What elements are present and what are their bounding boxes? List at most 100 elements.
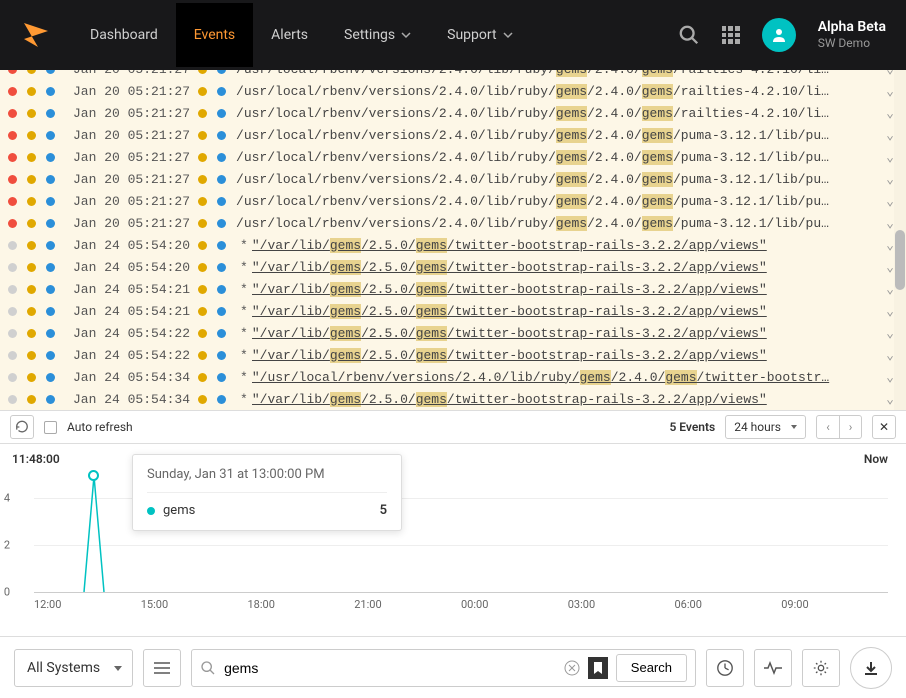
chevron-down-icon[interactable]: ⌄ <box>886 348 894 363</box>
chevron-down-icon[interactable]: ⌄ <box>886 304 894 319</box>
chevron-down-icon[interactable]: ⌄ <box>886 128 894 143</box>
nav-dashboard[interactable]: Dashboard <box>72 3 176 67</box>
chart-tooltip: Sunday, Jan 31 at 13:00:00 PM gems 5 <box>132 454 402 531</box>
chevron-down-icon <box>503 30 513 40</box>
log-message: "/var/lib/gems/2.5.0/gems/twitter-bootst… <box>252 238 886 253</box>
auto-refresh-checkbox[interactable] <box>44 421 57 434</box>
log-timestamp: Jan 24 05:54:22 <box>73 326 190 341</box>
log-row[interactable]: Jan 24 05:54:34 * "/usr/local/rbenv/vers… <box>0 366 906 388</box>
status-dot <box>46 373 55 382</box>
status-dot <box>27 351 36 360</box>
user-info[interactable]: Alpha Beta SW Demo <box>818 18 886 52</box>
history-button[interactable] <box>706 649 744 687</box>
status-dot <box>46 241 55 250</box>
chevron-down-icon[interactable]: ⌄ <box>886 84 894 99</box>
log-row[interactable]: Jan 24 05:54:21 * "/var/lib/gems/2.5.0/g… <box>0 278 906 300</box>
chevron-down-icon[interactable]: ⌄ <box>886 106 894 121</box>
search-icon[interactable] <box>678 24 700 46</box>
next-button[interactable]: › <box>839 416 861 438</box>
status-dot <box>8 351 17 360</box>
chevron-down-icon[interactable]: ⌄ <box>886 150 894 165</box>
star-marker: * <box>240 370 248 385</box>
nav-settings-label: Settings <box>344 27 395 43</box>
download-button[interactable] <box>850 647 892 689</box>
log-row[interactable]: Jan 20 05:21:27 /usr/local/rbenv/version… <box>0 146 906 168</box>
status-dot <box>27 131 36 140</box>
log-row[interactable]: Jan 24 05:54:22 * "/var/lib/gems/2.5.0/g… <box>0 322 906 344</box>
severity-dot <box>198 307 207 316</box>
x-tick: 09:00 <box>781 598 888 611</box>
source-dot <box>217 109 226 118</box>
scrollbar-thumb[interactable] <box>895 230 905 290</box>
live-button[interactable] <box>754 649 792 687</box>
log-row[interactable]: Jan 20 05:21:27 /usr/local/rbenv/version… <box>0 190 906 212</box>
chevron-down-icon[interactable]: ⌄ <box>886 238 894 253</box>
prev-button[interactable]: ‹ <box>817 416 839 438</box>
chevron-down-icon[interactable]: ⌄ <box>886 70 894 77</box>
chevron-down-icon[interactable]: ⌄ <box>886 172 894 187</box>
star-marker: * <box>240 260 248 275</box>
status-dot <box>46 153 55 162</box>
source-dot <box>217 395 226 404</box>
chevron-down-icon[interactable]: ⌄ <box>886 216 894 231</box>
log-row[interactable]: Jan 24 05:54:21 * "/var/lib/gems/2.5.0/g… <box>0 300 906 322</box>
chevron-down-icon[interactable]: ⌄ <box>886 370 894 385</box>
chevron-down-icon[interactable]: ⌄ <box>886 392 894 407</box>
apps-grid-icon[interactable] <box>722 26 740 44</box>
log-row[interactable]: Jan 20 05:21:27 /usr/local/rbenv/version… <box>0 70 906 80</box>
bookmark-button[interactable] <box>588 657 608 679</box>
log-viewer: Jan 20 05:21:27 /usr/local/rbenv/version… <box>0 70 906 410</box>
user-avatar[interactable] <box>762 18 796 52</box>
chevron-down-icon[interactable]: ⌄ <box>886 260 894 275</box>
log-row[interactable]: Jan 20 05:21:27 /usr/local/rbenv/version… <box>0 124 906 146</box>
log-row[interactable]: Jan 20 05:21:27 /usr/local/rbenv/version… <box>0 102 906 124</box>
source-dot <box>217 373 226 382</box>
search-bar: All Systems Search <box>0 636 906 698</box>
nav-support[interactable]: Support <box>429 3 530 67</box>
chevron-down-icon[interactable]: ⌄ <box>886 282 894 297</box>
app-header: Dashboard Events Alerts Settings Support… <box>0 0 906 70</box>
bookmark-icon <box>593 661 603 675</box>
settings-button[interactable] <box>802 649 840 687</box>
nav-events[interactable]: Events <box>176 3 253 67</box>
search-button[interactable]: Search <box>616 654 687 682</box>
search-input[interactable] <box>224 660 556 676</box>
status-dot <box>46 395 55 404</box>
log-row[interactable]: Jan 20 05:21:27 /usr/local/rbenv/version… <box>0 80 906 102</box>
severity-dot <box>198 263 207 272</box>
log-row[interactable]: Jan 20 05:21:27 /usr/local/rbenv/version… <box>0 212 906 234</box>
chart-data-point[interactable] <box>88 470 99 481</box>
pager: ‹ › <box>816 415 862 439</box>
status-dot <box>46 109 55 118</box>
severity-dot <box>198 285 207 294</box>
log-timestamp: Jan 24 05:54:34 <box>73 370 190 385</box>
chevron-down-icon[interactable]: ⌄ <box>886 326 894 341</box>
log-row[interactable]: Jan 24 05:54:20 * "/var/lib/gems/2.5.0/g… <box>0 234 906 256</box>
main-nav: Dashboard Events Alerts Settings Support <box>72 3 531 67</box>
status-dot <box>27 109 36 118</box>
menu-button[interactable] <box>143 649 181 687</box>
chart: 11:48:00 Now 4 2 0 Sunday, Jan 31 at 13:… <box>0 444 906 624</box>
clear-icon[interactable] <box>564 660 580 676</box>
log-row[interactable]: Jan 24 05:54:20 * "/var/lib/gems/2.5.0/g… <box>0 256 906 278</box>
x-tick: 03:00 <box>568 598 675 611</box>
timerange-dropdown[interactable]: 24 hours <box>725 415 806 439</box>
scrollbar[interactable] <box>894 70 906 410</box>
log-row[interactable]: Jan 24 05:54:34 * "/var/lib/gems/2.5.0/g… <box>0 388 906 410</box>
nav-alerts[interactable]: Alerts <box>253 3 326 67</box>
status-dot <box>27 329 36 338</box>
log-row[interactable]: Jan 20 05:21:27 /usr/local/rbenv/version… <box>0 168 906 190</box>
chevron-down-icon[interactable]: ⌄ <box>886 194 894 209</box>
gear-icon <box>812 659 830 677</box>
log-row[interactable]: Jan 24 05:54:22 * "/var/lib/gems/2.5.0/g… <box>0 344 906 366</box>
refresh-button[interactable] <box>10 415 34 439</box>
log-timestamp: Jan 24 05:54:34 <box>73 392 190 407</box>
chart-body[interactable]: 4 2 0 Sunday, Jan 31 at 13:00:00 PM gems… <box>34 472 888 592</box>
severity-dot <box>198 351 207 360</box>
systems-dropdown[interactable]: All Systems <box>14 649 133 687</box>
close-button[interactable]: ✕ <box>872 415 896 439</box>
status-dot <box>27 263 36 272</box>
nav-settings[interactable]: Settings <box>326 3 429 67</box>
status-dot <box>46 131 55 140</box>
star-marker: * <box>240 282 248 297</box>
